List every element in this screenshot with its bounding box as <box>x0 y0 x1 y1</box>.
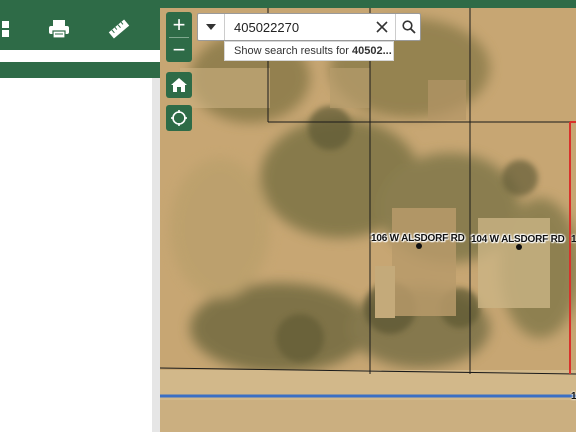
panel-toolbar <box>0 8 160 50</box>
address-point-106[interactable] <box>416 243 422 249</box>
clear-search-button[interactable] <box>370 14 394 40</box>
zoom-in-button[interactable]: + <box>166 13 192 37</box>
suggestion-term: 40502... <box>352 45 392 57</box>
search-source-dropdown[interactable] <box>198 14 225 40</box>
locate-icon <box>171 110 187 126</box>
zoom-out-button[interactable]: − <box>166 38 192 62</box>
search-button[interactable] <box>395 14 421 40</box>
top-header-strip <box>0 0 576 8</box>
search-icon <box>401 20 416 34</box>
side-panel-content <box>0 78 152 432</box>
zoom-control: + − <box>166 12 192 62</box>
home-icon <box>171 78 187 92</box>
grid-icon[interactable] <box>0 16 22 42</box>
aerial-imagery <box>160 8 576 432</box>
edge-road-label: 1 <box>571 391 576 402</box>
suggestion-prefix: Show search results for <box>234 45 352 57</box>
address-point-104[interactable] <box>516 244 522 250</box>
measure-ruler-icon[interactable] <box>106 16 132 42</box>
panel-subheader <box>0 62 160 78</box>
side-panel-scrollbar[interactable] <box>152 78 160 432</box>
search-input[interactable] <box>226 14 376 42</box>
print-icon[interactable] <box>46 16 72 42</box>
map-view[interactable] <box>160 8 576 432</box>
locate-button[interactable] <box>166 105 192 131</box>
dropdown-arrow-icon <box>206 24 216 30</box>
search-suggestion[interactable]: Show search results for 40502... <box>224 41 394 61</box>
edge-address-label: 1 <box>571 234 576 245</box>
clear-icon <box>376 21 388 33</box>
home-button[interactable] <box>166 72 192 98</box>
search-widget <box>197 13 421 42</box>
